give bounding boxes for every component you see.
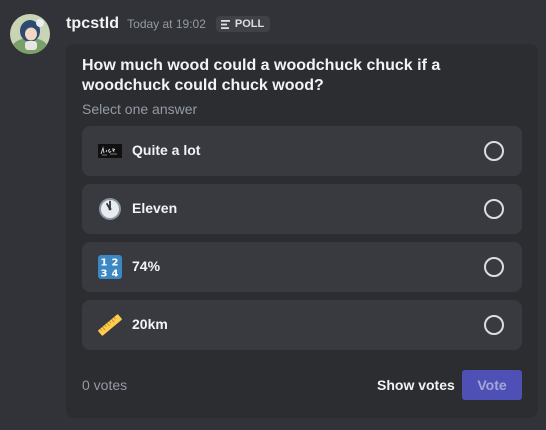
- answer-radio[interactable]: [484, 199, 504, 219]
- poll-answer-4[interactable]: 20km: [82, 300, 522, 350]
- poll-answer-3[interactable]: 1 2 3 4 74%: [82, 242, 522, 292]
- svg-text:1: 1: [101, 258, 108, 269]
- poll-answer-label: 20km: [132, 316, 168, 332]
- poll-icon: [220, 19, 230, 29]
- svg-text:2: 2: [112, 258, 119, 269]
- poll-answer-label: Eleven: [132, 200, 178, 216]
- poll-badge-label: POLL: [234, 18, 265, 30]
- show-votes-button[interactable]: Show votes: [377, 377, 455, 393]
- poll-badge: POLL: [215, 16, 271, 32]
- straight-ruler-icon: [98, 313, 122, 337]
- vote-button[interactable]: Vote: [462, 370, 522, 400]
- username[interactable]: tpcstld: [66, 15, 119, 33]
- svg-text:3: 3: [101, 269, 108, 280]
- answer-radio[interactable]: [484, 315, 504, 335]
- poll-message: tpcstld Today at 19:02 POLL How much woo…: [0, 0, 546, 430]
- clock-eleven-icon: [98, 197, 122, 221]
- svg-text:4: 4: [112, 269, 119, 280]
- input-numbers-icon: 1 2 3 4: [98, 255, 122, 280]
- timestamp: Today at 19:02: [127, 17, 206, 31]
- poll-answer-1[interactable]: Quite a lot: [82, 126, 522, 176]
- poll-instruction: Select one answer: [82, 101, 198, 117]
- poll-answer-2[interactable]: Eleven: [82, 184, 522, 234]
- poll-answer-label: 74%: [132, 258, 161, 274]
- poll-answer-label: Quite a lot: [132, 142, 201, 158]
- message-header: tpcstld Today at 19:02 POLL: [66, 14, 271, 34]
- poll-card: How much wood could a woodchuck chuck if…: [66, 44, 538, 418]
- poll-question: How much wood could a woodchuck chuck if…: [82, 57, 441, 94]
- vote-count: 0 votes: [82, 377, 128, 393]
- answer-radio[interactable]: [484, 141, 504, 161]
- answer-radio[interactable]: [484, 257, 504, 277]
- custom-image-icon: [98, 139, 122, 163]
- user-avatar[interactable]: [10, 14, 50, 54]
